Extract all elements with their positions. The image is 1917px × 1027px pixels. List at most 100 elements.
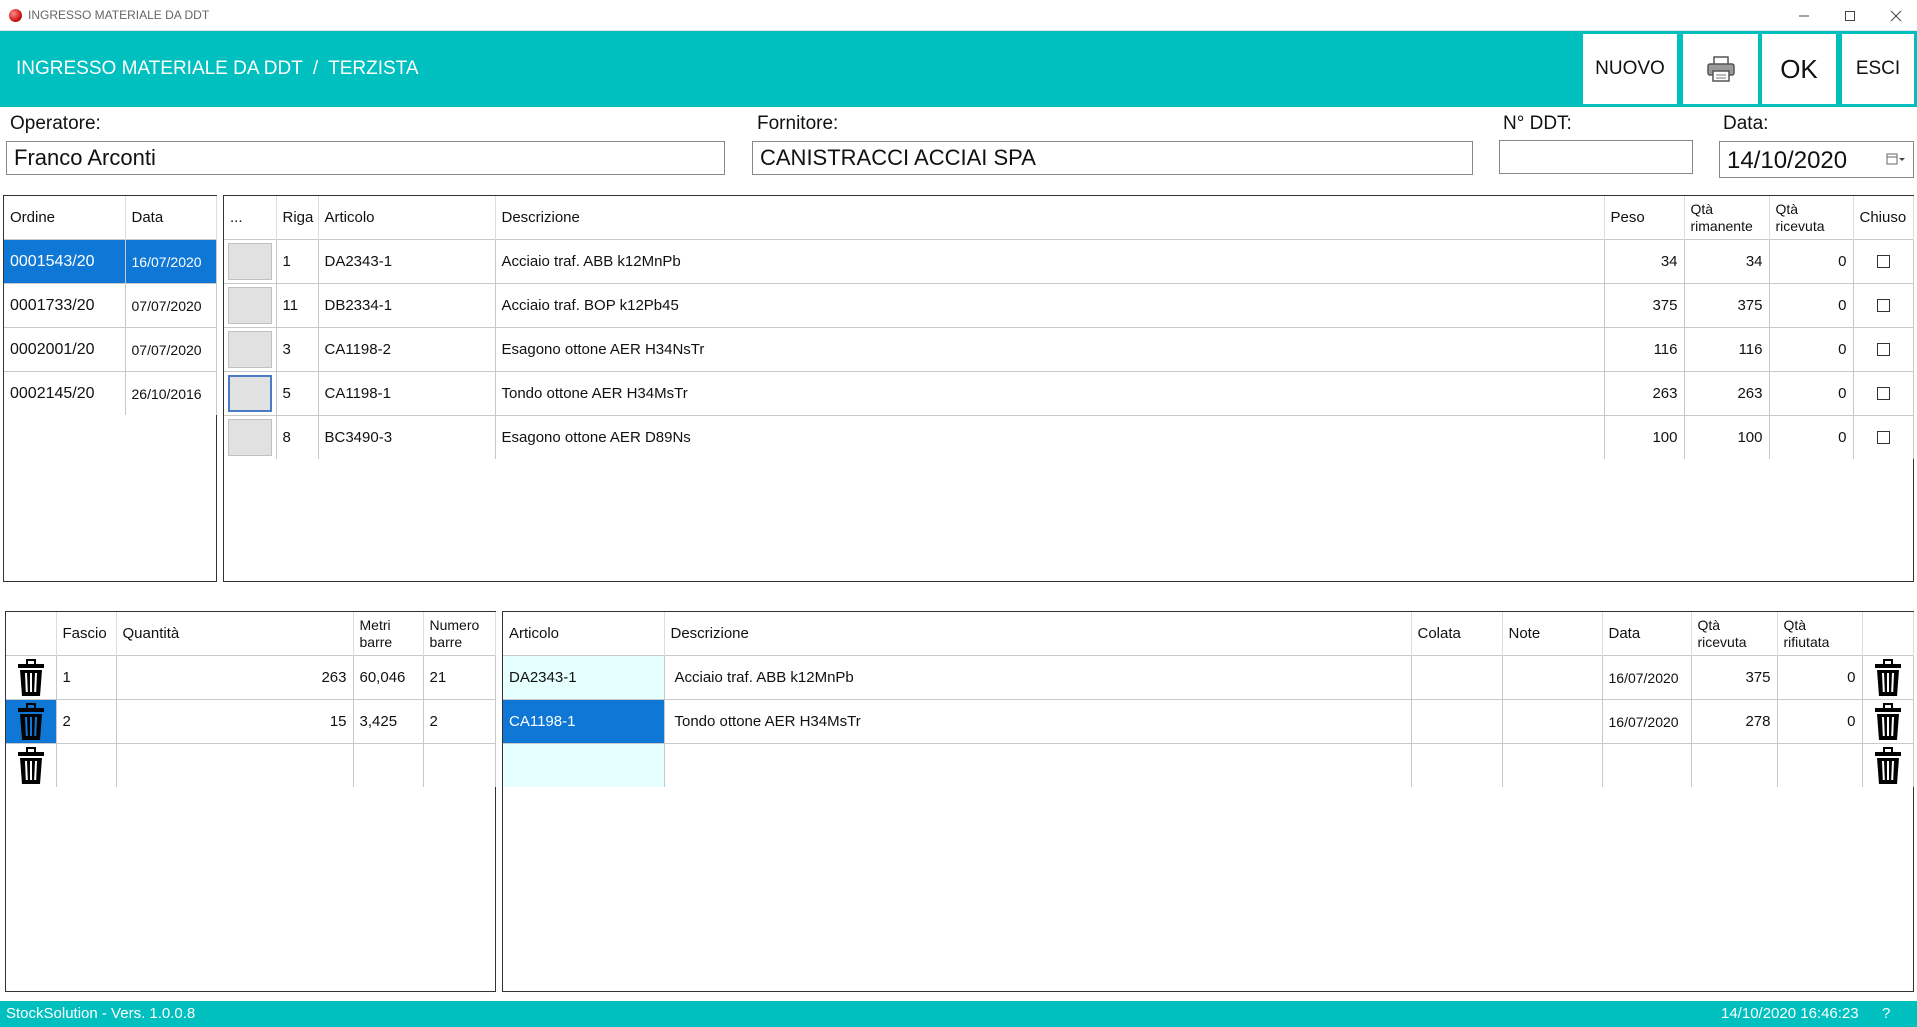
line-qta-ricevuta[interactable]: 0 (1769, 415, 1854, 459)
minimize-button[interactable] (1781, 0, 1827, 31)
order-date[interactable]: 07/07/2020 (125, 283, 217, 328)
table-row[interactable]: 8 BC3490-3 Esagono ottone AER D89Ns 100 … (224, 415, 1914, 459)
table-row[interactable]: 2 15 3,425 2 (6, 699, 496, 744)
table-row[interactable]: 11 DB2334-1 Acciaio traf. BOP k12Pb45 37… (224, 283, 1914, 328)
table-row[interactable]: 0001543/20 16/07/2020 (4, 239, 217, 284)
bundle-numero-barre[interactable]: 2 (423, 699, 496, 744)
new-button[interactable]: NUOVO (1583, 34, 1677, 104)
lines-header-descrizione[interactable]: Descrizione (495, 196, 1605, 240)
lines-header-riga[interactable]: Riga (276, 196, 319, 240)
bundles-header-quantita[interactable]: Quantità (116, 612, 354, 656)
order-date[interactable]: 07/07/2020 (125, 327, 217, 372)
delete-button[interactable] (6, 702, 55, 741)
received-colata[interactable] (1411, 655, 1503, 700)
received-header-note[interactable]: Note (1502, 612, 1603, 656)
lines-header-peso[interactable]: Peso (1604, 196, 1685, 240)
received-header-qta-ricevuta[interactable]: Qtà ricevuta (1691, 612, 1778, 656)
bundle-numero-barre[interactable]: 21 (423, 655, 496, 700)
table-row[interactable]: 0002001/20 07/07/2020 (4, 327, 217, 372)
row-select-button[interactable] (227, 331, 272, 368)
received-articolo[interactable]: CA1198-1 (503, 699, 665, 744)
table-row[interactable]: 3 CA1198-2 Esagono ottone AER H34NsTr 11… (224, 327, 1914, 372)
row-select-button[interactable] (227, 287, 272, 324)
received-articolo[interactable] (503, 743, 665, 787)
delete-button[interactable] (6, 658, 55, 697)
line-qta-ricevuta[interactable]: 0 (1769, 283, 1854, 328)
received-qta-ricevuta[interactable]: 278 (1691, 699, 1778, 744)
ddt-number-field[interactable] (1499, 140, 1693, 174)
received-note[interactable] (1502, 699, 1603, 744)
received-header-colata[interactable]: Colata (1411, 612, 1503, 656)
received-data[interactable]: 16/07/2020 (1602, 655, 1692, 700)
line-qta-ricevuta[interactable]: 0 (1769, 371, 1854, 416)
received-note[interactable] (1502, 743, 1603, 787)
order-number[interactable]: 0001733/20 (4, 283, 126, 328)
received-data[interactable] (1602, 743, 1692, 787)
table-row[interactable]: DA2343-1 Acciaio traf. ABB k12MnPb 16/07… (503, 655, 1914, 700)
bundle-metri-barre[interactable] (353, 743, 424, 787)
bundle-metri-barre[interactable]: 60,046 (353, 655, 424, 700)
line-qta-ricevuta[interactable]: 0 (1769, 327, 1854, 372)
order-number[interactable]: 0002145/20 (4, 371, 126, 415)
received-note[interactable] (1502, 655, 1603, 700)
orders-header-data[interactable]: Data (125, 196, 217, 240)
print-button[interactable] (1683, 34, 1758, 104)
bundle-metri-barre[interactable]: 3,425 (353, 699, 424, 744)
delete-button[interactable] (1863, 746, 1913, 785)
closed-checkbox[interactable] (1876, 387, 1890, 400)
order-date[interactable]: 26/10/2016 (125, 371, 217, 415)
ok-button[interactable]: OK (1762, 34, 1836, 104)
bundle-fascio[interactable] (56, 743, 117, 787)
delete-button[interactable] (6, 746, 55, 785)
table-row[interactable]: 1 DA2343-1 Acciaio traf. ABB k12MnPb 34 … (224, 239, 1914, 284)
table-row[interactable]: 0002145/20 26/10/2016 (4, 371, 217, 415)
bundle-quantita[interactable]: 15 (116, 699, 354, 744)
received-header-data[interactable]: Data (1602, 612, 1692, 656)
bundle-quantita[interactable] (116, 743, 354, 787)
closed-checkbox[interactable] (1876, 299, 1890, 312)
received-header-articolo[interactable]: Articolo (503, 612, 665, 656)
table-row[interactable]: 0001733/20 07/07/2020 (4, 283, 217, 328)
received-header-qta-rifiutata[interactable]: Qtà rifiutata (1777, 612, 1863, 656)
bundle-quantita[interactable]: 263 (116, 655, 354, 700)
received-qta-rifiutata[interactable]: 0 (1777, 699, 1863, 744)
line-qta-ricevuta[interactable]: 0 (1769, 239, 1854, 284)
help-button[interactable]: ? (1882, 1005, 1890, 1022)
bundle-numero-barre[interactable] (423, 743, 496, 787)
table-row[interactable] (503, 743, 1914, 787)
lines-header-select[interactable]: ... (224, 196, 277, 240)
lines-header-qta-ricevuta[interactable]: Qtà ricevuta (1769, 196, 1854, 240)
bundle-fascio[interactable]: 2 (56, 699, 117, 744)
row-select-button[interactable] (227, 375, 272, 412)
closed-checkbox[interactable] (1876, 255, 1890, 268)
order-date[interactable]: 16/07/2020 (125, 239, 217, 284)
delete-button[interactable] (1863, 658, 1913, 697)
received-qta-ricevuta[interactable]: 375 (1691, 655, 1778, 700)
lines-header-qta-rimanente[interactable]: Qtà rimanente (1684, 196, 1770, 240)
supplier-field[interactable]: CANISTRACCI ACCIAI SPA (752, 141, 1473, 175)
orders-header-ordine[interactable]: Ordine (4, 196, 126, 240)
received-header-descrizione[interactable]: Descrizione (664, 612, 1412, 656)
delete-button[interactable] (1863, 702, 1913, 741)
bundles-header-numero-barre[interactable]: Numero barre (423, 612, 496, 656)
received-qta-rifiutata[interactable]: 0 (1777, 655, 1863, 700)
order-number[interactable]: 0001543/20 (4, 239, 126, 284)
closed-checkbox[interactable] (1876, 343, 1890, 356)
received-qta-rifiutata[interactable] (1777, 743, 1863, 787)
calendar-button[interactable] (1886, 152, 1906, 171)
row-select-button[interactable] (227, 243, 272, 280)
table-row[interactable]: 5 CA1198-1 Tondo ottone AER H34MsTr 263 … (224, 371, 1914, 416)
table-row[interactable]: CA1198-1 Tondo ottone AER H34MsTr 16/07/… (503, 699, 1914, 744)
lines-header-chiuso[interactable]: Chiuso (1853, 196, 1914, 240)
operator-field[interactable]: Franco Arconti (6, 141, 725, 175)
received-data[interactable]: 16/07/2020 (1602, 699, 1692, 744)
received-colata[interactable] (1411, 743, 1503, 787)
bundles-header-fascio[interactable]: Fascio (56, 612, 117, 656)
received-colata[interactable] (1411, 699, 1503, 744)
order-number[interactable]: 0002001/20 (4, 327, 126, 372)
table-row[interactable]: 1 263 60,046 21 (6, 655, 496, 700)
close-button[interactable] (1873, 0, 1917, 31)
table-row[interactable] (6, 743, 496, 787)
received-articolo[interactable]: DA2343-1 (503, 655, 665, 700)
bundle-fascio[interactable]: 1 (56, 655, 117, 700)
